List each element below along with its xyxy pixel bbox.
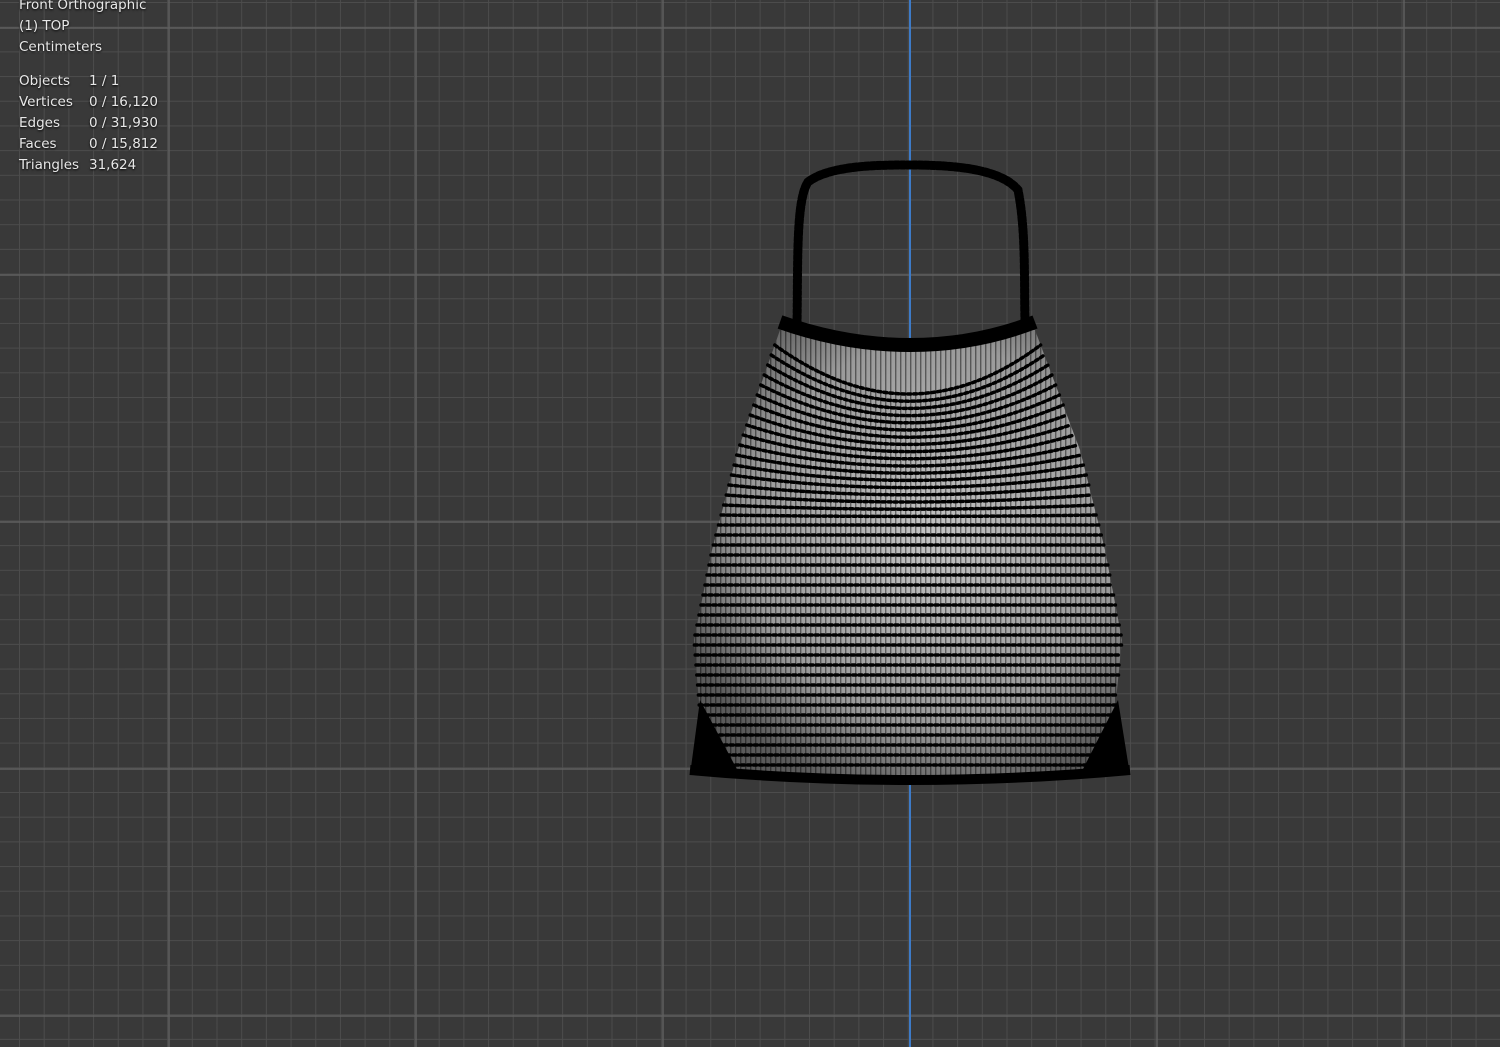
strap: [792, 160, 1030, 330]
3d-viewport[interactable]: Front Orthographic (1) TOP Centimeters O…: [0, 0, 1500, 1047]
stat-value: 0 / 31,930: [89, 115, 158, 131]
stat-value: 31,624: [89, 157, 137, 173]
stat-value: 0 / 15,812: [89, 136, 158, 152]
stat-label: Edges: [19, 115, 61, 131]
stat-label: Triangles: [19, 157, 80, 173]
stat-value: 0 / 16,120: [89, 94, 158, 110]
stat-label: Faces: [19, 136, 57, 152]
stat-faces: Faces 0 / 15,812: [19, 134, 158, 155]
stat-edges: Edges 0 / 31,930: [19, 113, 158, 134]
stat-label: Objects: [19, 73, 71, 89]
stat-objects: Objects 1 / 1: [19, 71, 158, 92]
viewport-info-overlay: Front Orthographic (1) TOP Centimeters O…: [19, 0, 158, 176]
garment-body: [689, 315, 1131, 785]
units: Centimeters: [19, 39, 102, 55]
stat-value: 1 / 1: [89, 73, 120, 89]
mesh-object-top[interactable]: [0, 0, 1500, 1047]
stat-vertices: Vertices 0 / 16,120: [19, 92, 158, 113]
collection-object: (1) TOP: [19, 18, 70, 34]
edge-loop-row: [719, 513, 1098, 519]
view-name: Front Orthographic: [19, 0, 147, 13]
stat-label: Vertices: [19, 94, 73, 110]
stat-triangles: Triangles 31,624: [19, 155, 158, 176]
